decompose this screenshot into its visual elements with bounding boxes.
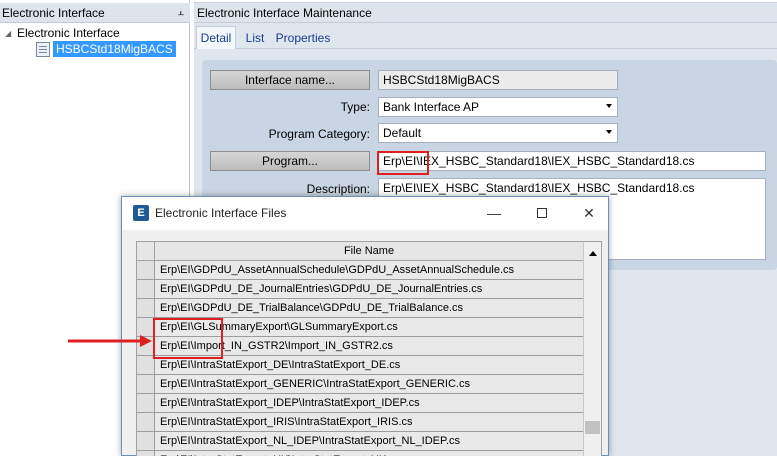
- dialog-titlebar[interactable]: E Electronic Interface Files — ✕: [122, 197, 608, 230]
- interface-name-field[interactable]: HSBCStd18MigBACS: [378, 70, 618, 90]
- table-row[interactable]: Erp\EI\IntraStatExport_NL_IDEP\IntraStat…: [137, 432, 583, 451]
- file-name-cell: Erp\EI\IntraStatExport_NL_IDEP\IntraStat…: [160, 435, 460, 447]
- program-field[interactable]: Erp\EI\IEX_HSBC_Standard18\IEX_HSBC_Stan…: [378, 151, 766, 171]
- type-select-value: Bank Interface AP: [383, 100, 480, 114]
- minimize-button[interactable]: —: [484, 204, 504, 222]
- maximize-icon: [537, 208, 547, 218]
- arrow-up-icon: [588, 251, 597, 256]
- program-category-select-value: Default: [383, 126, 422, 140]
- file-name-cell: Erp\EI\IntraStatExport_GENERIC\IntraStat…: [160, 378, 470, 390]
- file-name-cell: Erp\EI\IntraStatExport_UK\IntraStatExpor…: [155, 451, 400, 456]
- tab-properties[interactable]: Properties: [274, 26, 332, 49]
- maintenance-panel-title: Electronic Interface Maintenance: [197, 5, 372, 20]
- tab-detail[interactable]: Detail: [196, 26, 236, 49]
- table-row[interactable]: Erp\EI\IntraStatExport_IRIS\IntraStatExp…: [137, 413, 583, 432]
- row-selector[interactable]: [137, 451, 155, 456]
- dropdown-arrow-icon[interactable]: [606, 104, 612, 108]
- maximize-button[interactable]: [532, 204, 552, 222]
- type-label: Type:: [340, 100, 370, 114]
- file-name-cell: Erp\EI\GDPdU_AssetAnnualSchedule\GDPdU_A…: [160, 264, 515, 276]
- row-selector[interactable]: [137, 413, 155, 431]
- program-button[interactable]: Program...: [210, 151, 370, 171]
- file-name-cell: Erp\EI\IntraStatExport_IDEP\IntraStatExp…: [160, 397, 420, 409]
- app-icon: E: [133, 205, 149, 221]
- scrollbar-thumb[interactable]: [585, 421, 600, 434]
- highlight-box-files: [153, 318, 223, 359]
- scroll-up-button[interactable]: [584, 245, 601, 262]
- row-selector[interactable]: [137, 261, 155, 279]
- tree-panel-header: Electronic Interface ⫠: [0, 3, 190, 23]
- grid-corner: [137, 242, 155, 260]
- table-row[interactable]: Erp\EI\GDPdU_DE_TrialBalance\GDPdU_DE_Tr…: [137, 299, 583, 318]
- program-category-label: Program Category:: [268, 127, 370, 141]
- vertical-scrollbar[interactable]: [583, 242, 601, 456]
- document-icon: [36, 41, 50, 57]
- file-name-cell: Erp\EI\GDPdU_DE_TrialBalance\GDPdU_DE_Tr…: [160, 302, 464, 314]
- table-row[interactable]: Erp\EI\GDPdU_DE_JournalEntries\GDPdU_DE_…: [137, 280, 583, 299]
- table-row[interactable]: Erp\EI\IntraStatExport_IDEP\IntraStatExp…: [137, 394, 583, 413]
- interface-name-button[interactable]: Interface name...: [210, 70, 370, 90]
- maintenance-panel-header: Electronic Interface Maintenance: [194, 3, 777, 23]
- file-name-cell: Erp\EI\GDPdU_DE_JournalEntries\GDPdU_DE_…: [160, 283, 483, 295]
- table-row[interactable]: Erp\EI\GDPdU_AssetAnnualSchedule\GDPdU_A…: [137, 261, 583, 280]
- file-name-cell: Erp\EI\IntraStatExport_IRIS\IntraStatExp…: [160, 416, 413, 428]
- tree-node-interface[interactable]: HSBCStd18MigBACS: [36, 41, 176, 57]
- tab-list[interactable]: List: [242, 26, 268, 49]
- tree-node-root[interactable]: ◢ Electronic Interface: [5, 26, 120, 40]
- row-selector[interactable]: [137, 394, 155, 412]
- dropdown-arrow-icon[interactable]: [606, 130, 612, 134]
- row-selector[interactable]: [137, 432, 155, 450]
- program-category-select[interactable]: Default: [378, 123, 618, 143]
- tab-strip: Detail List Properties: [194, 23, 777, 49]
- collapse-icon[interactable]: ◢: [5, 29, 17, 38]
- type-select[interactable]: Bank Interface AP: [378, 97, 618, 117]
- column-header-file-name[interactable]: File Name: [155, 242, 583, 260]
- dialog-title: Electronic Interface Files: [155, 206, 287, 220]
- row-selector[interactable]: [137, 375, 155, 393]
- description-label: Description:: [306, 182, 370, 196]
- row-selector[interactable]: [137, 299, 155, 317]
- pin-icon[interactable]: ⫠: [177, 6, 184, 19]
- tree-node-root-label: Electronic Interface: [17, 26, 120, 40]
- highlight-box-program: [377, 151, 429, 175]
- tree-panel-title: Electronic Interface: [2, 5, 105, 20]
- grid-header: File Name: [137, 242, 583, 261]
- close-button[interactable]: ✕: [579, 204, 599, 222]
- table-row[interactable]: Erp\EI\IntraStatExport_GENERIC\IntraStat…: [137, 375, 583, 394]
- table-row[interactable]: Erp\EI\IntraStatExport_UK\IntraStatExpor…: [137, 451, 583, 456]
- row-selector[interactable]: [137, 280, 155, 298]
- tree-node-interface-label: HSBCStd18MigBACS: [53, 41, 176, 57]
- annotation-arrow-icon: [68, 335, 152, 347]
